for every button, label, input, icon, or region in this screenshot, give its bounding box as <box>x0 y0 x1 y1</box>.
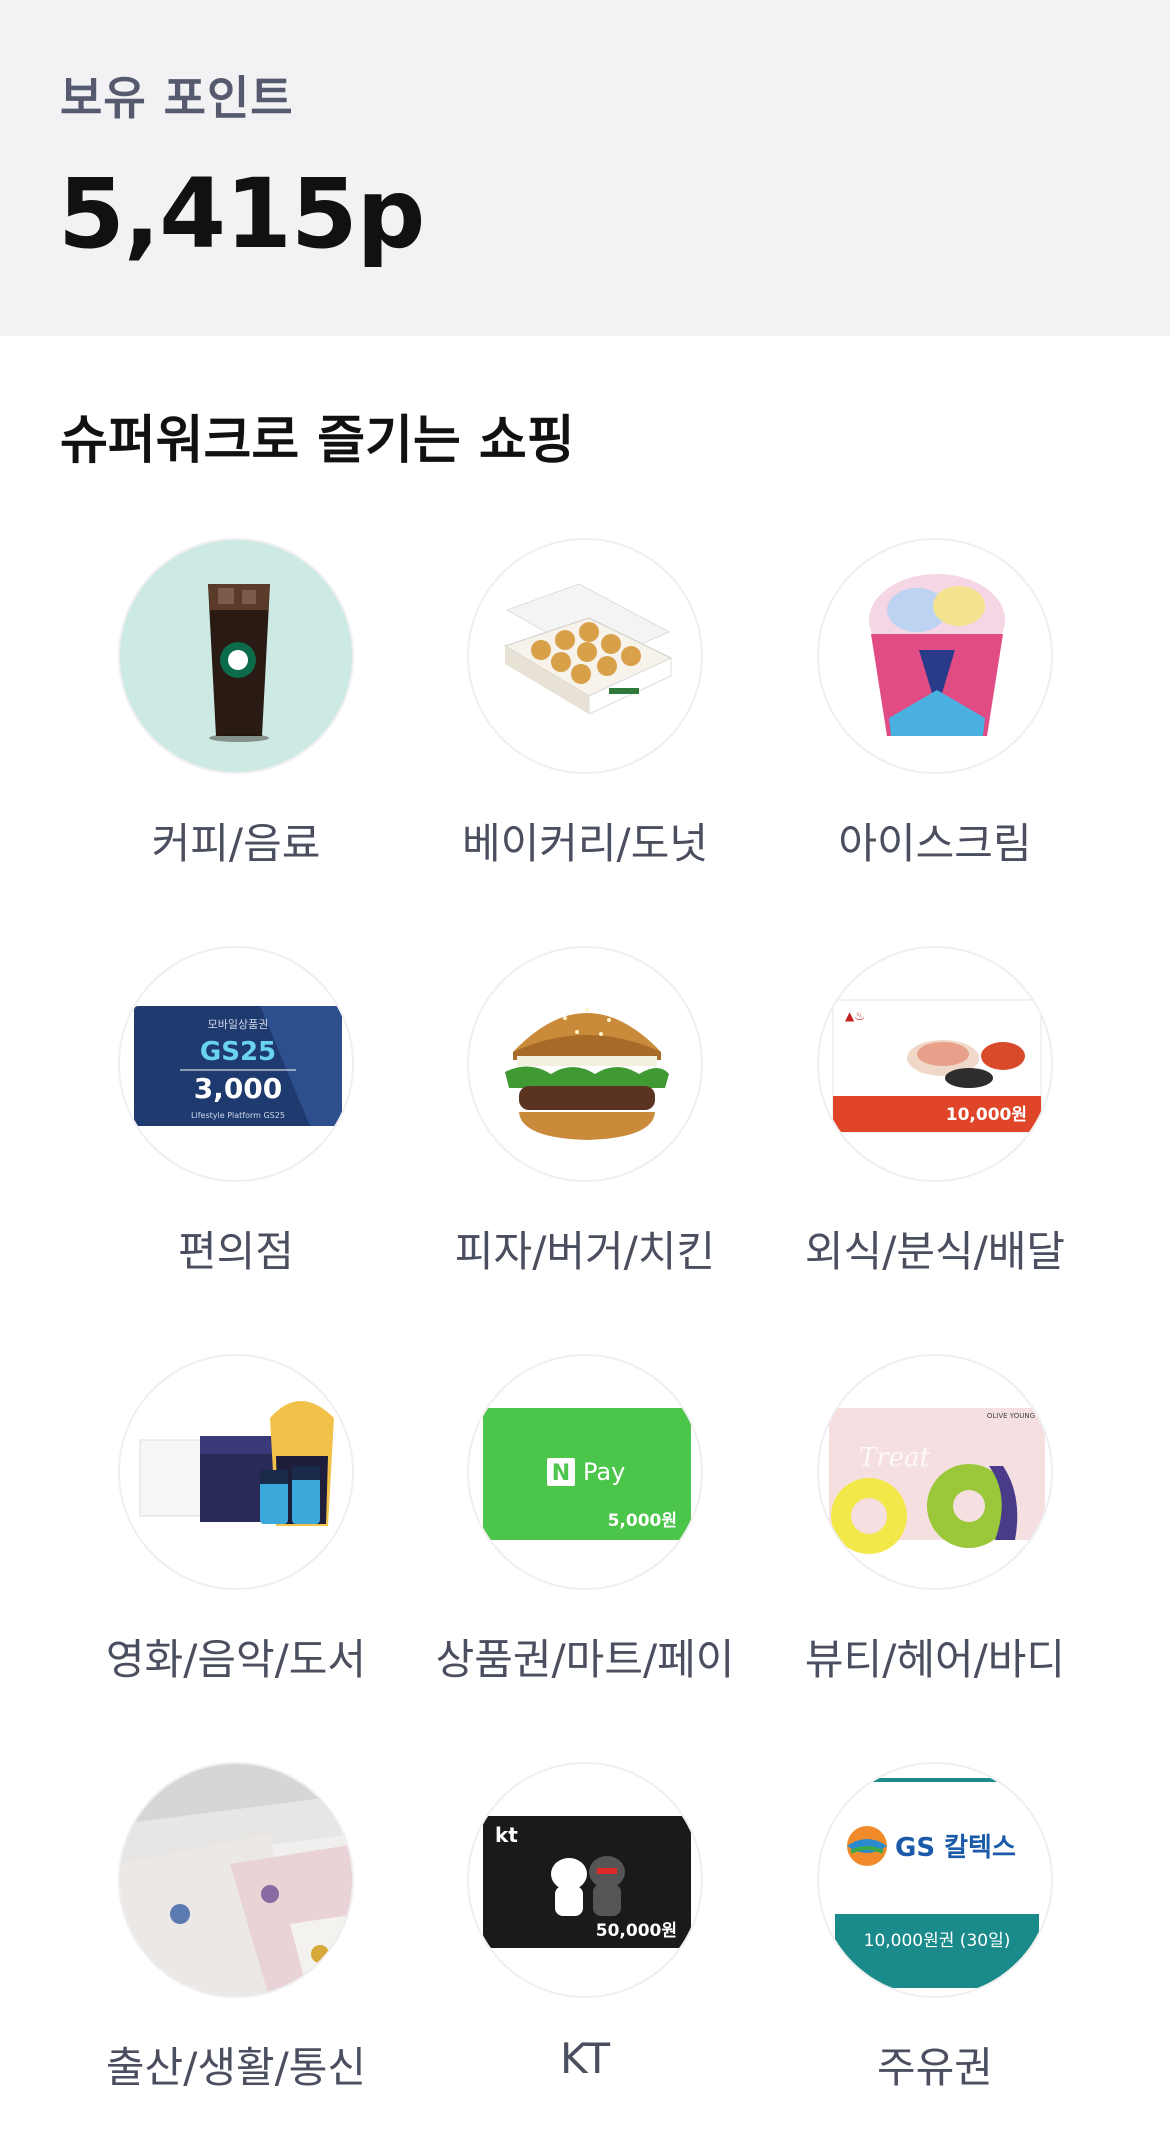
restaurant-voucher-icon: ▲♨ 10,000원 <box>817 946 1053 1182</box>
category-label: 상품권/마트/페이 <box>435 1635 735 1684</box>
npay-brand-text: Pay <box>583 1458 625 1486</box>
category-kt[interactable]: kt 50,000원 KT <box>405 1762 765 2142</box>
restaurant-amount-text: 10,000원 <box>946 1105 1027 1125</box>
category-coffee[interactable]: 커피/음료 <box>56 538 416 918</box>
category-label: 아이스크림 <box>838 819 1032 868</box>
category-bakery[interactable]: 베이커리/도넛 <box>405 538 765 918</box>
gs-caltex-fuel-icon: GS 칼텍스 10,000원권 (30일) <box>817 1762 1053 1998</box>
category-giftcard[interactable]: N Pay 5,000원 상품권/마트/페이 <box>405 1354 765 1734</box>
points-panel: 보유 포인트 5,415p <box>0 0 1170 336</box>
olive-brand-text: OLIVE YOUNG <box>987 1412 1035 1420</box>
category-label: 외식/분식/배달 <box>804 1227 1066 1276</box>
svg-text:▲♨: ▲♨ <box>845 1009 865 1023</box>
category-label: 편의점 <box>178 1227 294 1276</box>
gs25-footer-text: Lifestyle Platform GS25 <box>191 1111 285 1120</box>
category-label: 뷰티/헤어/바디 <box>804 1635 1066 1684</box>
gs25-top-text: 모바일상품권 <box>208 1017 269 1031</box>
category-label: 베이커리/도넛 <box>462 819 708 868</box>
category-convenience[interactable]: 모바일상품권 GS25 3,000 Lifestyle Platform GS2… <box>56 946 416 1326</box>
category-fuel[interactable]: GS 칼텍스 10,000원권 (30일) 주유권 <box>755 1762 1115 2142</box>
npay-coupon-icon: N Pay 5,000원 <box>467 1354 703 1590</box>
category-lifestyle[interactable]: 출산/생활/통신 <box>56 1762 416 2142</box>
category-label: 주유권 <box>877 2043 993 2092</box>
category-label: 피자/버거/치킨 <box>454 1227 716 1276</box>
category-beauty[interactable]: OLIVE YOUNG Treat 뷰티/헤어/바디 <box>755 1354 1115 1734</box>
category-label: 영화/음악/도서 <box>105 1635 367 1684</box>
points-value: 5,415p <box>58 158 425 270</box>
category-label: KT <box>560 2034 610 2083</box>
npay-amount-text: 5,000원 <box>608 1511 677 1531</box>
burger-icon <box>467 946 703 1182</box>
donut-box-icon <box>467 538 703 774</box>
gs25-amount-text: 3,000 <box>194 1072 283 1105</box>
section-title: 슈퍼워크로 즐기는 쇼핑 <box>60 411 575 471</box>
category-label: 커피/음료 <box>151 819 321 868</box>
kt-amount-text: 50,000원 <box>596 1921 677 1941</box>
category-label: 출산/생활/통신 <box>105 2043 367 2092</box>
points-label: 보유 포인트 <box>60 71 294 125</box>
category-culture[interactable]: 영화/음악/도서 <box>56 1354 416 1734</box>
movie-ticket-popcorn-icon <box>118 1354 354 1590</box>
iced-coffee-icon <box>118 538 354 774</box>
kt-brand-text: kt <box>495 1823 518 1847</box>
gs25-brand-text: GS25 <box>200 1037 276 1067</box>
baby-towel-icon <box>118 1762 354 1998</box>
svg-text:Treat: Treat <box>859 1443 931 1473</box>
kt-gift-card-icon: kt 50,000원 <box>467 1762 703 1998</box>
gs-caltex-brand-text: GS 칼텍스 <box>895 1833 1016 1863</box>
svg-text:N: N <box>552 1461 570 1486</box>
category-fastfood[interactable]: 피자/버거/치킨 <box>405 946 765 1326</box>
ice-cream-cup-icon <box>817 538 1053 774</box>
beauty-gift-card-icon: OLIVE YOUNG Treat <box>817 1354 1053 1590</box>
category-dining[interactable]: ▲♨ 10,000원 외식/분식/배달 <box>755 946 1115 1326</box>
gs-caltex-amount-text: 10,000원권 (30일) <box>864 1931 1011 1951</box>
gs25-gift-card-icon: 모바일상품권 GS25 3,000 Lifestyle Platform GS2… <box>118 946 354 1182</box>
category-icecream[interactable]: 아이스크림 <box>755 538 1115 918</box>
